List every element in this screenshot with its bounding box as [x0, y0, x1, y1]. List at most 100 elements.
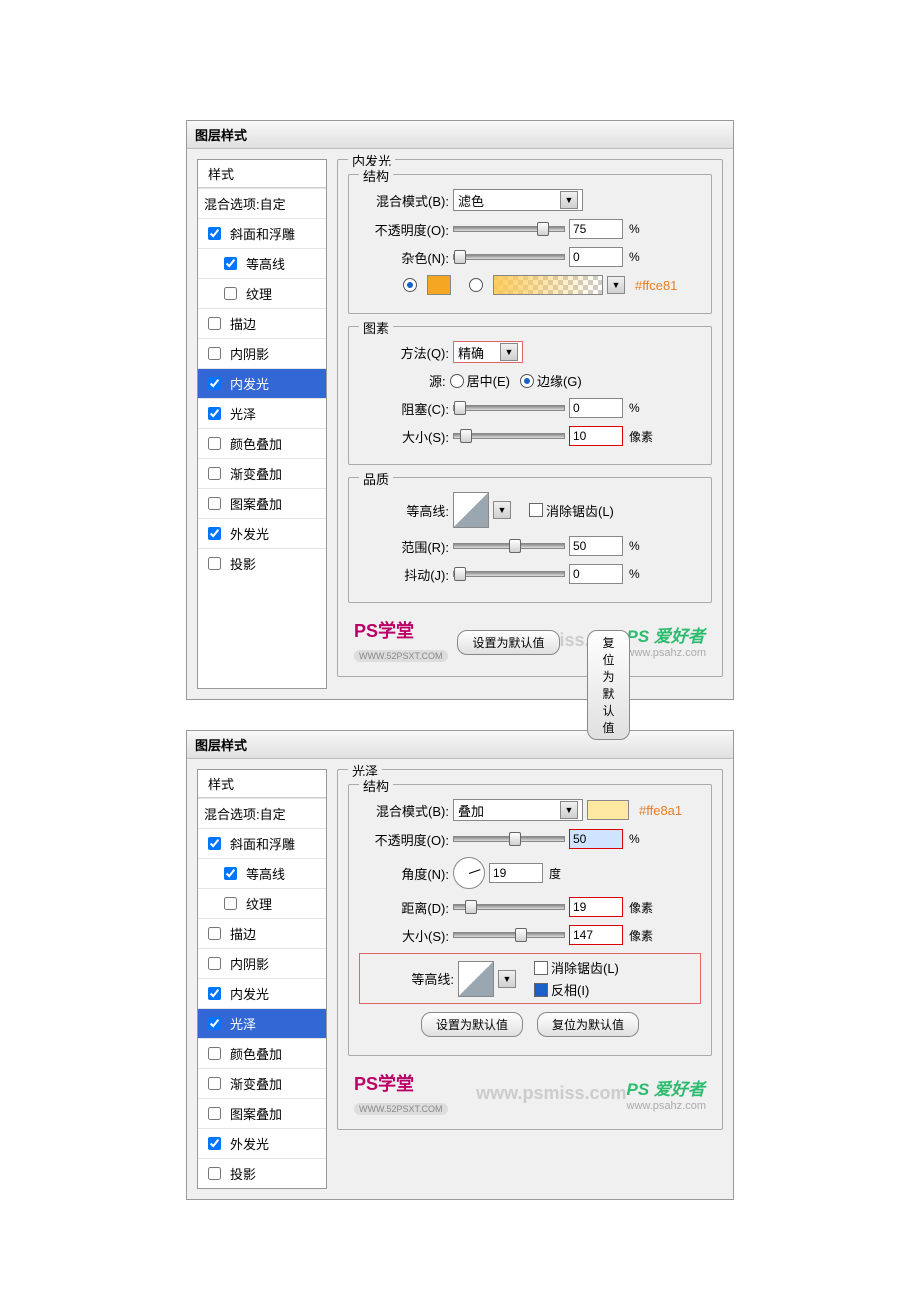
angle-input[interactable]: 19 — [489, 863, 543, 883]
style-item-内阴影[interactable]: 内阴影 — [198, 948, 326, 978]
style-item-label: 内阴影 — [230, 954, 269, 973]
style-checkbox[interactable] — [208, 927, 221, 940]
style-checkbox[interactable] — [208, 1137, 221, 1150]
range-slider[interactable] — [453, 543, 565, 549]
color-swatch[interactable] — [587, 800, 629, 820]
blend-options[interactable]: 混合选项:自定 — [198, 798, 326, 828]
style-item-label: 等高线 — [246, 864, 285, 883]
color-radio[interactable] — [403, 278, 417, 292]
style-checkbox[interactable] — [208, 527, 221, 540]
blend-mode-combo[interactable]: 叠加 ▼ — [453, 799, 583, 821]
style-item-渐变叠加[interactable]: 渐变叠加 — [198, 1068, 326, 1098]
style-list: 样式 混合选项:自定 斜面和浮雕等高线纹理描边内阴影内发光光泽颜色叠加渐变叠加图… — [197, 769, 327, 1189]
style-item-图案叠加[interactable]: 图案叠加 — [198, 488, 326, 518]
size-slider[interactable] — [453, 433, 565, 439]
style-checkbox[interactable] — [224, 897, 237, 910]
range-input[interactable]: 50 — [569, 536, 623, 556]
set-default-button[interactable]: 设置为默认值 — [421, 1012, 523, 1037]
chevron-down-icon[interactable]: ▼ — [607, 276, 625, 294]
chevron-down-icon[interactable]: ▼ — [498, 970, 516, 988]
style-item-等高线[interactable]: 等高线 — [198, 248, 326, 278]
style-item-图案叠加[interactable]: 图案叠加 — [198, 1098, 326, 1128]
style-checkbox[interactable] — [208, 837, 221, 850]
size-slider[interactable] — [453, 932, 565, 938]
style-checkbox[interactable] — [208, 1047, 221, 1060]
style-item-光泽[interactable]: 光泽 — [198, 1008, 326, 1038]
color-swatch[interactable] — [427, 275, 451, 295]
invert-checkbox[interactable]: 反相(I) — [534, 980, 619, 999]
style-item-内发光[interactable]: 内发光 — [198, 978, 326, 1008]
blend-mode-combo[interactable]: 滤色 ▼ — [453, 189, 583, 211]
size-input[interactable]: 10 — [569, 426, 623, 446]
gradient-swatch[interactable] — [493, 275, 603, 295]
style-item-label: 颜色叠加 — [230, 1044, 282, 1063]
source-center-radio[interactable]: 居中(E) — [450, 371, 510, 390]
choke-slider[interactable] — [453, 405, 565, 411]
style-item-投影[interactable]: 投影 — [198, 548, 326, 578]
style-checkbox[interactable] — [208, 227, 221, 240]
style-checkbox[interactable] — [208, 437, 221, 450]
reset-default-button[interactable]: 复位为默认值 — [537, 1012, 639, 1037]
style-checkbox[interactable] — [208, 497, 221, 510]
style-checkbox[interactable] — [208, 1017, 221, 1030]
style-item-等高线[interactable]: 等高线 — [198, 858, 326, 888]
style-checkbox[interactable] — [208, 1077, 221, 1090]
style-checkbox[interactable] — [208, 467, 221, 480]
style-item-描边[interactable]: 描边 — [198, 308, 326, 338]
style-item-斜面和浮雕[interactable]: 斜面和浮雕 — [198, 218, 326, 248]
style-checkbox[interactable] — [208, 987, 221, 1000]
antialias-checkbox[interactable]: 消除锯齿(L) — [529, 501, 614, 520]
style-checkbox[interactable] — [224, 867, 237, 880]
source-edge-radio[interactable]: 边缘(G) — [520, 371, 582, 390]
style-item-描边[interactable]: 描边 — [198, 918, 326, 948]
dialog-title: 图层样式 — [187, 121, 733, 149]
style-checkbox[interactable] — [208, 407, 221, 420]
style-checkbox[interactable] — [208, 557, 221, 570]
opacity-input[interactable]: 75 — [569, 219, 623, 239]
jitter-slider[interactable] — [453, 571, 565, 577]
jitter-input[interactable]: 0 — [569, 564, 623, 584]
style-checkbox[interactable] — [208, 1167, 221, 1180]
contour-picker[interactable] — [453, 492, 489, 528]
style-item-内发光[interactable]: 内发光 — [198, 368, 326, 398]
style-checkbox[interactable] — [208, 347, 221, 360]
style-item-外发光[interactable]: 外发光 — [198, 518, 326, 548]
contour-picker[interactable] — [458, 961, 494, 997]
style-checkbox[interactable] — [208, 377, 221, 390]
style-checkbox[interactable] — [224, 257, 237, 270]
chevron-down-icon[interactable]: ▼ — [493, 501, 511, 519]
style-item-颜色叠加[interactable]: 颜色叠加 — [198, 428, 326, 458]
opacity-slider[interactable] — [453, 836, 565, 842]
style-checkbox[interactable] — [224, 287, 237, 300]
style-item-光泽[interactable]: 光泽 — [198, 398, 326, 428]
style-list-header: 样式 — [198, 770, 326, 798]
distance-input[interactable]: 19 — [569, 897, 623, 917]
style-item-纹理[interactable]: 纹理 — [198, 278, 326, 308]
reset-default-button[interactable]: 复位为默认值 — [587, 630, 629, 740]
set-default-button[interactable]: 设置为默认值 — [457, 630, 559, 655]
size-input[interactable]: 147 — [569, 925, 623, 945]
style-item-投影[interactable]: 投影 — [198, 1158, 326, 1188]
chevron-down-icon: ▼ — [500, 343, 518, 361]
style-item-纹理[interactable]: 纹理 — [198, 888, 326, 918]
style-checkbox[interactable] — [208, 1107, 221, 1120]
opacity-input[interactable]: 50 — [569, 829, 623, 849]
noise-slider[interactable] — [453, 254, 565, 260]
style-item-斜面和浮雕[interactable]: 斜面和浮雕 — [198, 828, 326, 858]
method-combo[interactable]: 精确 ▼ — [453, 341, 523, 363]
style-item-内阴影[interactable]: 内阴影 — [198, 338, 326, 368]
gradient-radio[interactable] — [469, 278, 483, 292]
style-checkbox[interactable] — [208, 317, 221, 330]
opacity-slider[interactable] — [453, 226, 565, 232]
structure-group: 结构 混合模式(B): 叠加 ▼ #ffe8a1 不透明度(O): 50 — [348, 784, 712, 1056]
style-item-外发光[interactable]: 外发光 — [198, 1128, 326, 1158]
blend-options[interactable]: 混合选项:自定 — [198, 188, 326, 218]
style-item-渐变叠加[interactable]: 渐变叠加 — [198, 458, 326, 488]
style-item-颜色叠加[interactable]: 颜色叠加 — [198, 1038, 326, 1068]
style-checkbox[interactable] — [208, 957, 221, 970]
angle-dial[interactable] — [453, 857, 485, 889]
antialias-checkbox[interactable]: 消除锯齿(L) — [534, 958, 619, 977]
distance-slider[interactable] — [453, 904, 565, 910]
noise-input[interactable]: 0 — [569, 247, 623, 267]
choke-input[interactable]: 0 — [569, 398, 623, 418]
